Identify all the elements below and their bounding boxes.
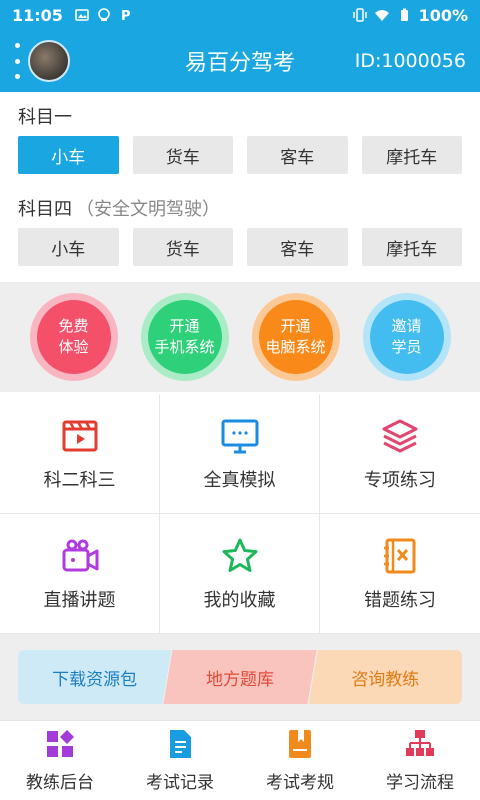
tab-exam-rules[interactable]: 考试考规 <box>240 721 360 800</box>
subject-one-truck-button[interactable]: 货车 <box>132 136 233 174</box>
free-trial-line2: 体验 <box>58 338 89 356</box>
wifi-icon <box>374 10 389 21</box>
svg-text:P: P <box>121 9 131 22</box>
subject-four-section: 科目四 （安全文明驾驶） 小车 货车 客车 摩托车 <box>0 188 480 266</box>
consult-coach-button[interactable]: 咨询教练 <box>308 650 462 704</box>
headset-notification-icon <box>98 8 110 21</box>
monitor-icon <box>221 419 258 453</box>
status-time: 11:05 <box>12 5 63 25</box>
quick-actions: 免费体验 开通手机系统 开通电脑系统 邀请学员 <box>0 282 480 392</box>
dashboard-icon <box>47 730 74 757</box>
user-id: ID:1000056 <box>354 50 466 72</box>
grid-item-subject-two-three[interactable]: 科二科三 <box>0 394 160 514</box>
notebook-x-icon <box>384 538 416 573</box>
photo-notification-icon <box>75 9 89 21</box>
tab-label-coach-backend: 教练后台 <box>26 773 94 793</box>
subject-four-vehicle-row: 小车 货车 客车 摩托车 <box>18 228 462 266</box>
grid-label-subject-two-three: 科二科三 <box>43 469 116 491</box>
tab-label-exam-rules: 考试考规 <box>266 773 334 793</box>
grid-label-mock-exam: 全真模拟 <box>203 469 276 491</box>
document-icon <box>170 730 191 758</box>
tab-exam-records[interactable]: 考试记录 <box>120 721 240 800</box>
grid-label-special-practice: 专项练习 <box>364 469 436 491</box>
free-trial-line1: 免费 <box>58 317 89 335</box>
parking-notification-icon: P <box>121 9 131 22</box>
more-menu-icon[interactable] <box>10 43 24 79</box>
subject-four-motorcycle-button[interactable]: 摩托车 <box>361 228 462 266</box>
app-bar: 易百分驾考 ID:1000056 <box>0 30 480 92</box>
grid-item-live-lecture[interactable]: 直播讲题 <box>0 514 160 634</box>
subject-one-section: 科目一 小车 货车 客车 摩托车 <box>0 96 480 174</box>
subject-four-car-button[interactable]: 小车 <box>18 228 119 266</box>
grid-item-wrong-questions[interactable]: 错题练习 <box>320 514 480 634</box>
download-resources-button[interactable]: 下载资源包 <box>18 650 172 704</box>
avatar[interactable] <box>28 40 70 82</box>
subject-four-title-text: 科目四 <box>18 199 72 220</box>
video-clapper-icon <box>62 420 97 451</box>
invite-line1: 邀请 <box>391 317 422 335</box>
invite-student-button[interactable]: 邀请 学员 <box>362 293 451 381</box>
open-pc-system-button[interactable]: 开通 电脑系统 <box>251 293 340 381</box>
grid-item-mock-exam[interactable]: 全真模拟 <box>160 394 320 514</box>
open-pc-line2: 电脑系统 <box>265 338 326 356</box>
subject-one-vehicle-row: 小车 货车 客车 摩托车 <box>18 136 462 174</box>
grid-label-live-lecture: 直播讲题 <box>43 589 116 611</box>
tab-label-study-process: 学习流程 <box>386 773 454 793</box>
subject-four-truck-button[interactable]: 货车 <box>132 228 233 266</box>
open-pc-line1: 开通 <box>280 317 311 335</box>
subject-four-subtitle: （安全文明驾驶） <box>76 199 220 220</box>
bottom-tab-bar: 教练后台 考试记录 考试考规 学习流程 <box>0 720 480 800</box>
vibrate-icon <box>352 8 367 22</box>
open-mobile-system-button[interactable]: 开通 手机系统 <box>140 293 229 381</box>
tab-coach-backend[interactable]: 教练后台 <box>0 721 120 800</box>
status-bar: 11:05 P 100% <box>0 0 480 30</box>
star-icon <box>222 538 257 572</box>
grid-item-special-practice[interactable]: 专项练习 <box>320 394 480 514</box>
grid-label-wrong-questions: 错题练习 <box>364 589 436 611</box>
layers-icon <box>382 419 418 452</box>
subject-one-car-button[interactable]: 小车 <box>18 136 119 174</box>
subject-four-bus-button[interactable]: 客车 <box>247 228 348 266</box>
subject-four-title: 科目四 （安全文明驾驶） <box>18 188 462 228</box>
feature-grid: 科二科三 全真模拟 专项练习 直播讲题 我的收藏 错题练习 <box>0 394 480 634</box>
tab-label-exam-records: 考试记录 <box>146 773 214 793</box>
subject-one-bus-button[interactable]: 客车 <box>247 136 348 174</box>
tag-buttons: 下载资源包 地方题库 咨询教练 <box>18 650 462 704</box>
battery-level: 100% <box>418 5 468 25</box>
rulebook-icon <box>289 730 311 758</box>
battery-icon <box>400 8 408 21</box>
local-question-bank-button[interactable]: 地方题库 <box>163 650 317 704</box>
flowchart-icon <box>406 730 434 756</box>
tab-study-process[interactable]: 学习流程 <box>360 721 480 800</box>
subject-one-title: 科目一 <box>18 107 72 128</box>
camcorder-icon <box>62 539 98 571</box>
invite-line2: 学员 <box>391 338 422 356</box>
open-mobile-line1: 开通 <box>169 317 200 335</box>
subject-one-motorcycle-button[interactable]: 摩托车 <box>361 136 462 174</box>
grid-label-my-favorites: 我的收藏 <box>203 589 276 611</box>
open-mobile-line2: 手机系统 <box>154 338 215 356</box>
free-trial-button[interactable]: 免费 体验 <box>29 293 118 381</box>
grid-item-my-favorites[interactable]: 我的收藏 <box>160 514 320 634</box>
